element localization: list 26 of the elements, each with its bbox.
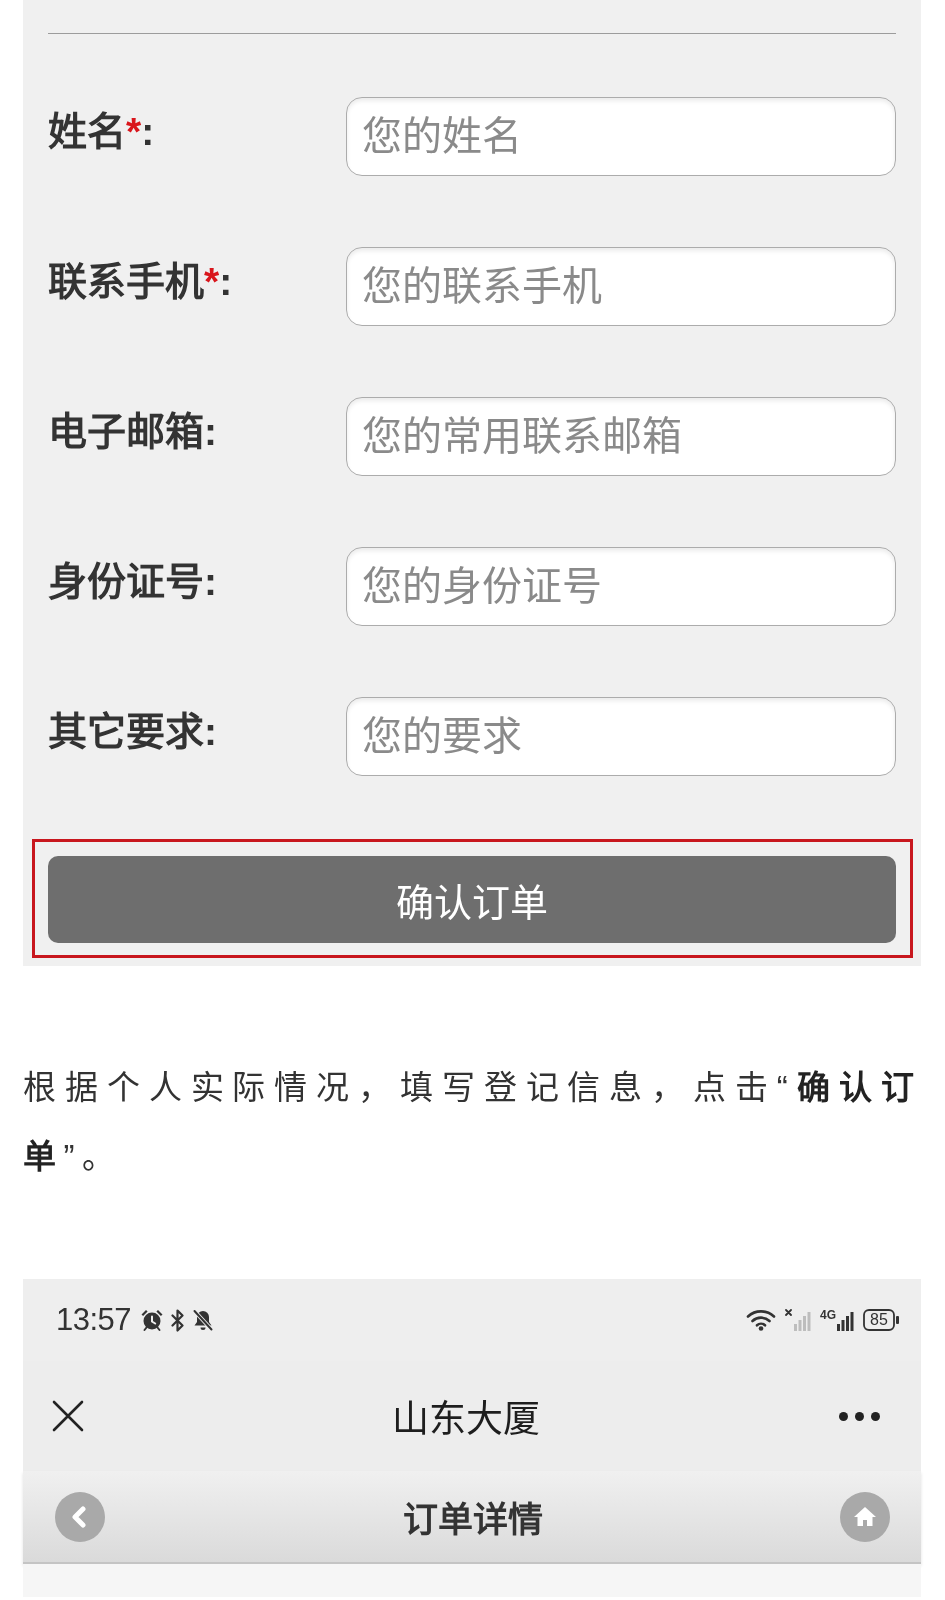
more-icon[interactable] bbox=[839, 1411, 880, 1421]
no-signal-icon bbox=[785, 1309, 811, 1331]
section-title: 订单详情 bbox=[402, 1499, 543, 1541]
alarm-clock-icon bbox=[140, 1308, 165, 1332]
page-title: 山东大厦 bbox=[392, 1398, 540, 1442]
instruction-text: 根据个人实际情况，填写登记信息，点击“确认订单”。 bbox=[23, 1068, 921, 1177]
text-field[interactable]: 您的常用联系邮箱 bbox=[346, 397, 896, 476]
confirm-order-button[interactable]: 确认订单 bbox=[48, 856, 896, 943]
status-time: 13:57 bbox=[56, 1302, 132, 1338]
field-label: 电子邮箱: bbox=[48, 409, 217, 456]
field-label: 姓名*: bbox=[48, 109, 155, 156]
muted-bell-icon bbox=[191, 1308, 216, 1332]
wifi-icon bbox=[746, 1309, 776, 1331]
text-field[interactable]: 您的要求 bbox=[346, 697, 896, 776]
battery-icon bbox=[863, 1309, 899, 1331]
signal-icon bbox=[837, 1309, 854, 1331]
field-label: 其它要求: bbox=[48, 709, 217, 756]
close-icon[interactable] bbox=[52, 1400, 84, 1432]
field-label: 身份证号: bbox=[48, 559, 217, 606]
text-field[interactable]: 您的联系手机 bbox=[346, 247, 896, 326]
network-type-label: 4G bbox=[820, 1309, 836, 1321]
field-label: 联系手机*: bbox=[48, 259, 233, 306]
bluetooth-icon bbox=[171, 1308, 185, 1332]
text-field[interactable]: 您的身份证号 bbox=[346, 547, 896, 626]
battery-percentage: 85 bbox=[870, 1312, 888, 1328]
text-field[interactable]: 您的姓名 bbox=[346, 97, 896, 176]
